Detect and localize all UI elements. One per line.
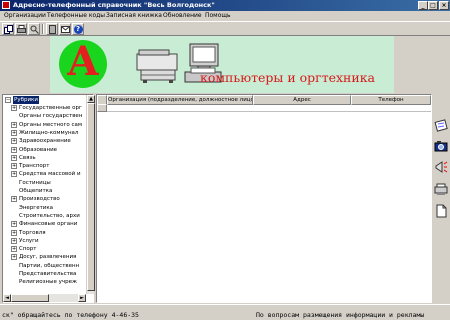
close-button[interactable]: × [439, 1, 449, 10]
help-icon[interactable]: ? [72, 23, 84, 35]
tree-item-label: Производство [19, 196, 60, 203]
expand-icon[interactable]: + [11, 229, 17, 236]
maximize-button[interactable]: □ [428, 1, 438, 10]
expand-icon[interactable]: + [11, 246, 17, 253]
document-icon[interactable] [434, 204, 448, 218]
tree-item-label: Торговля [19, 229, 46, 236]
app-icon [2, 1, 10, 9]
menu-phone-codes[interactable]: Телефонные коды [47, 12, 105, 19]
tree-item-label: Энергетика [19, 204, 54, 211]
tree-item-label: Общепитка [19, 188, 53, 194]
tree-item-label: Транспорт [19, 163, 50, 170]
notepad-icon[interactable] [434, 118, 448, 132]
menu-update[interactable]: Обновление [163, 12, 202, 19]
mail-icon[interactable] [59, 23, 71, 35]
logo-letter: А [66, 38, 100, 85]
tree-item-label: Досуг, развлечения [19, 254, 77, 261]
tree-item-label: Финансовые органи [19, 221, 78, 228]
scroll-right-icon[interactable]: ► [78, 294, 86, 302]
tree-item-label: Жилищно-коммунал [19, 129, 79, 136]
results-grid[interactable]: Организация (подразделение, должностное … [96, 94, 432, 303]
scroll-thumb[interactable] [87, 103, 95, 291]
copier-icon[interactable] [434, 182, 448, 196]
tree-horizontal-scrollbar[interactable]: ◄ ► [3, 294, 86, 302]
menu-help[interactable]: Помощь [205, 12, 231, 19]
expand-icon[interactable]: + [11, 146, 17, 153]
status-left-text: ск" обращайтесь по телефону 4-46-35 [2, 311, 139, 319]
expand-icon[interactable]: + [11, 171, 17, 178]
tree-item-label: Государственные орг [19, 105, 82, 111]
tree-item-label: Спорт [19, 246, 37, 253]
search-icon[interactable] [28, 23, 40, 35]
tree-item-label: Строительство, архи [19, 212, 80, 219]
tree-item-label: Гостиницы [19, 179, 51, 186]
expand-icon[interactable]: + [11, 163, 17, 170]
title-bar: Адресно-телефонный справочник "Весь Волг… [0, 0, 450, 11]
tree-item-label: Органы местного сам [19, 121, 83, 128]
menu-organizations[interactable]: Организации [4, 12, 46, 19]
row-indicator[interactable] [97, 104, 107, 112]
tree-item-label: Связь [19, 154, 36, 161]
status-bar: ск" обращайтесь по телефону 4-46-35 По в… [0, 304, 450, 320]
tree-item-label: Образование [19, 146, 58, 153]
toolbar: ? [0, 21, 450, 36]
tree-item-label: Средства массовой и [19, 171, 81, 178]
collapse-icon[interactable]: − [5, 97, 11, 103]
menu-notebook[interactable]: Записная книжка [106, 12, 162, 19]
toolbar-separator [42, 24, 44, 34]
bookmark-icon[interactable] [46, 23, 58, 35]
hscroll-thumb[interactable] [11, 294, 49, 302]
tree-item-label: Здравоохранение [19, 138, 71, 145]
menu-bar: Организации Телефонные коды Записная кни… [0, 11, 450, 21]
expand-icon[interactable]: + [11, 196, 17, 203]
tree-item-label: Органы государствен [19, 113, 83, 120]
rubric-tree[interactable]: − Рубрики + Государственные орг Органы гос… [2, 94, 94, 303]
expand-icon[interactable]: + [11, 221, 17, 228]
minimize-button[interactable]: _ [418, 1, 428, 10]
tree-root-label: Рубрики [13, 96, 39, 104]
table-row[interactable] [107, 104, 431, 112]
camera-icon[interactable] [434, 139, 448, 153]
megaphone-icon[interactable] [434, 160, 448, 174]
tree-vertical-scrollbar[interactable]: ▲ [86, 95, 95, 294]
tree-item-label: Партии, общественн [19, 262, 80, 269]
expand-icon[interactable]: + [11, 105, 17, 111]
expand-icon[interactable]: + [11, 254, 17, 261]
copy-icon[interactable] [2, 23, 14, 35]
tree-item-label: Представительства [19, 271, 77, 277]
expand-icon[interactable]: + [11, 237, 17, 244]
expand-icon[interactable]: + [11, 121, 17, 128]
banner-slogan: компьютеры и оргтехника [200, 70, 375, 85]
scroll-left-icon[interactable]: ◄ [3, 294, 11, 302]
print-icon[interactable] [15, 23, 27, 35]
tree-item-label: Услуги [19, 237, 39, 244]
scroll-up-icon[interactable]: ▲ [87, 95, 95, 103]
status-right-text: По вопросам размещения информации и рекл… [256, 311, 425, 319]
expand-icon[interactable]: + [11, 138, 17, 145]
expand-icon[interactable]: + [11, 129, 17, 136]
window-title: Адресно-телефонный справочник "Весь Волг… [13, 1, 215, 9]
tree-item-label: Религиозные учреж [19, 279, 77, 286]
expand-icon[interactable]: + [11, 154, 17, 161]
